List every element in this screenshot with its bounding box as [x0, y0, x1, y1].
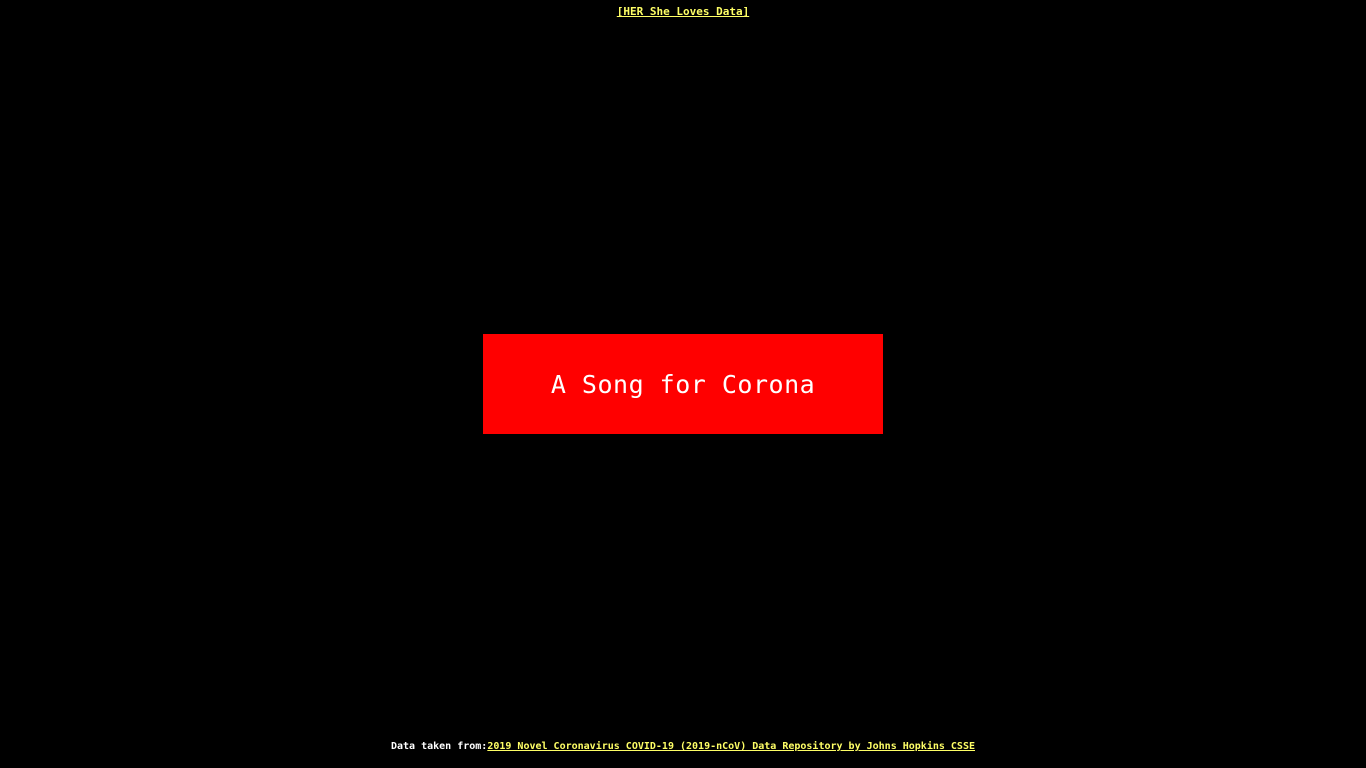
data-repository-link[interactable]: 2019 Novel Coronavirus COVID-19 (2019-nC… — [487, 741, 975, 752]
song-title-button[interactable]: A Song for Corona — [483, 334, 883, 434]
header: [HER She Loves Data] — [0, 5, 1366, 19]
footer: Data taken from:2019 Novel Coronavirus C… — [0, 740, 1366, 753]
page: [HER She Loves Data] A Song for Corona D… — [0, 0, 1366, 768]
data-source-label: Data taken from: — [391, 741, 488, 752]
song-title: A Song for Corona — [550, 369, 816, 399]
her-she-loves-data-link[interactable]: [HER She Loves Data] — [617, 5, 749, 18]
